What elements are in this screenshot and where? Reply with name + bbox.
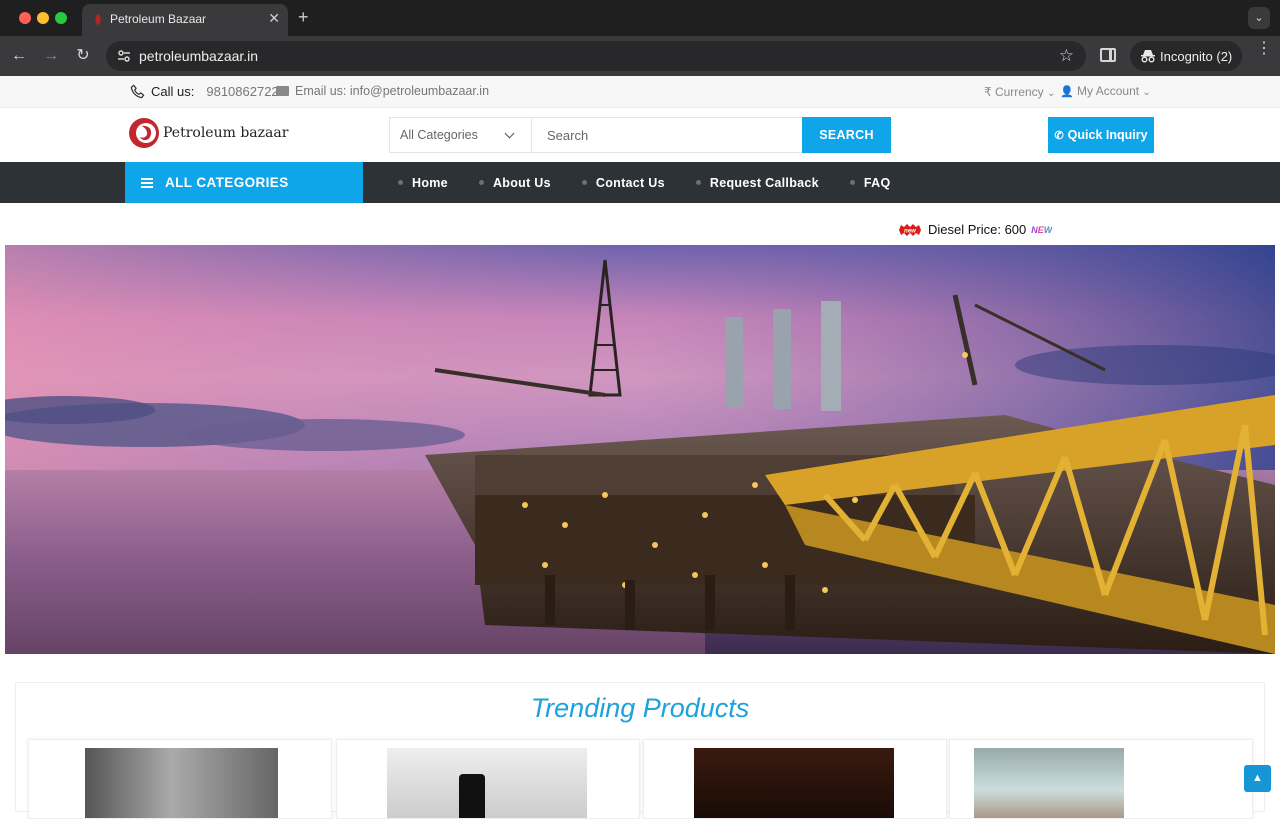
product-card[interactable] (336, 739, 640, 819)
browser-tab-bar: Petroleum Bazaar ✕ + ⌄ (0, 0, 1280, 36)
currency-dropdown[interactable]: ₹ Currency ⌄ (984, 85, 1055, 99)
window-maximize-button[interactable] (55, 12, 67, 24)
profile-label: Incognito (2) (1160, 49, 1233, 64)
incognito-profile-button[interactable]: Incognito (2) (1130, 41, 1242, 71)
site-header: Petroleum bazaar All Categories SEARCH ✆… (0, 108, 1280, 162)
category-select[interactable]: All Categories (390, 118, 532, 152)
chevron-down-icon: ⌄ (1047, 88, 1056, 99)
phone-icon: ✆ (1054, 129, 1064, 142)
product-image[interactable] (694, 748, 894, 818)
top-info-bar: Call us: 9810862722 Email us: info@petro… (0, 76, 1280, 108)
url-text: petroleumbazaar.in (139, 48, 259, 64)
envelope-icon (276, 86, 289, 96)
side-panel-icon[interactable] (1100, 48, 1116, 62)
new-badge-text: new (904, 228, 916, 234)
all-categories-label: ALL CATEGORIES (165, 175, 289, 190)
search-input[interactable] (533, 118, 803, 152)
bookmark-star-icon[interactable]: ☆ (1059, 46, 1074, 66)
new-tab-button[interactable]: + (298, 7, 309, 28)
nav-item-label: FAQ (863, 175, 891, 190)
incognito-icon (1141, 50, 1155, 63)
product-image[interactable] (85, 748, 278, 818)
email-address[interactable]: Email us: info@petroleumbazaar.in (295, 84, 489, 98)
offshore-platform-illustration (5, 245, 1275, 654)
nav-item-request-callback[interactable]: Request Callback (695, 175, 819, 190)
bullet-icon (398, 180, 403, 185)
logo-swirl-icon (129, 118, 159, 148)
hero-banner-image[interactable] (5, 245, 1275, 654)
main-navigation: ALL CATEGORIES Home About Us Contact Us … (0, 162, 1280, 203)
nav-item-label: Contact Us (595, 175, 665, 190)
bullet-icon (695, 180, 701, 185)
nav-menu: Home About Us Contact Us Request Callbac… (398, 162, 891, 203)
address-bar[interactable]: petroleumbazaar.in ☆ (106, 41, 1086, 71)
my-account-dropdown[interactable]: 👤 My Account ⌄ (1060, 84, 1151, 98)
phone-number[interactable]: 9810862722 (206, 84, 278, 99)
site-settings-icon[interactable] (116, 48, 132, 64)
nav-item-about-us[interactable]: About Us (478, 175, 551, 190)
browser-tab[interactable]: Petroleum Bazaar ✕ (82, 4, 288, 36)
window-minimize-button[interactable] (37, 12, 49, 24)
phone-icon (130, 84, 145, 99)
ticker-text[interactable]: Diesel Price: 600 (928, 222, 1026, 237)
search-button[interactable]: SEARCH (802, 117, 891, 153)
chevron-down-icon (504, 128, 515, 139)
back-arrow-icon[interactable]: ← (8, 45, 30, 67)
all-categories-button[interactable]: ALL CATEGORIES (125, 162, 363, 203)
bullet-icon (478, 180, 484, 185)
product-image[interactable] (387, 748, 587, 818)
account-label: My Account (1077, 84, 1140, 98)
quick-inquiry-button[interactable]: ✆ Quick Inquiry (1048, 117, 1154, 153)
call-info: Call us: 9810862722 (130, 84, 279, 99)
chevron-up-icon: ▲ (1252, 772, 1263, 784)
trending-products-section: Trending Products (15, 682, 1265, 819)
logo-text: Petroleum bazaar (163, 125, 289, 141)
nav-item-contact-us[interactable]: Contact Us (581, 175, 665, 190)
hamburger-menu-icon (141, 177, 153, 188)
reload-icon[interactable]: ↻ (72, 45, 94, 67)
quick-inquiry-label: Quick Inquiry (1067, 128, 1148, 142)
category-select-value: All Categories (400, 128, 478, 142)
back-to-top-button[interactable]: ▲ (1244, 765, 1271, 792)
new-badge-icon: new (899, 223, 921, 236)
forward-arrow-icon[interactable]: → (40, 45, 62, 67)
nav-item-label: About Us (492, 175, 551, 190)
nav-item-label: Request Callback (709, 175, 819, 190)
email-info: Email us: info@petroleumbazaar.in (276, 84, 489, 98)
call-label: Call us: (151, 84, 195, 99)
tab-title: Petroleum Bazaar (110, 12, 207, 26)
product-image[interactable] (974, 748, 1124, 818)
price-ticker: new Diesel Price: 600 NEW (897, 222, 1052, 237)
site-logo[interactable]: Petroleum bazaar (128, 117, 288, 149)
search-bar: All Categories SEARCH (389, 117, 891, 153)
section-title: Trending Products (530, 693, 750, 723)
nav-item-label: Home (412, 175, 448, 190)
tab-search-button[interactable]: ⌄ (1248, 7, 1270, 29)
nav-item-home[interactable]: Home (398, 176, 448, 190)
browser-toolbar: ← → ↻ petroleumbazaar.in ☆ Incognito (2)… (0, 36, 1280, 76)
currency-label: ₹ Currency (984, 85, 1044, 99)
tab-close-icon[interactable]: ✕ (268, 10, 280, 27)
nav-item-faq[interactable]: FAQ (849, 175, 891, 190)
new-label: NEW (1031, 224, 1053, 235)
product-card[interactable] (28, 739, 332, 819)
user-icon: 👤 (1060, 86, 1074, 98)
product-card[interactable] (949, 739, 1253, 819)
bullet-icon (581, 180, 587, 185)
product-card[interactable] (643, 739, 947, 819)
site-favicon-icon (95, 14, 101, 26)
chevron-down-icon: ⌄ (1142, 87, 1151, 98)
browser-menu-icon[interactable]: ⋮ (1256, 41, 1272, 57)
bullet-icon (849, 180, 855, 185)
window-close-button[interactable] (19, 12, 31, 24)
